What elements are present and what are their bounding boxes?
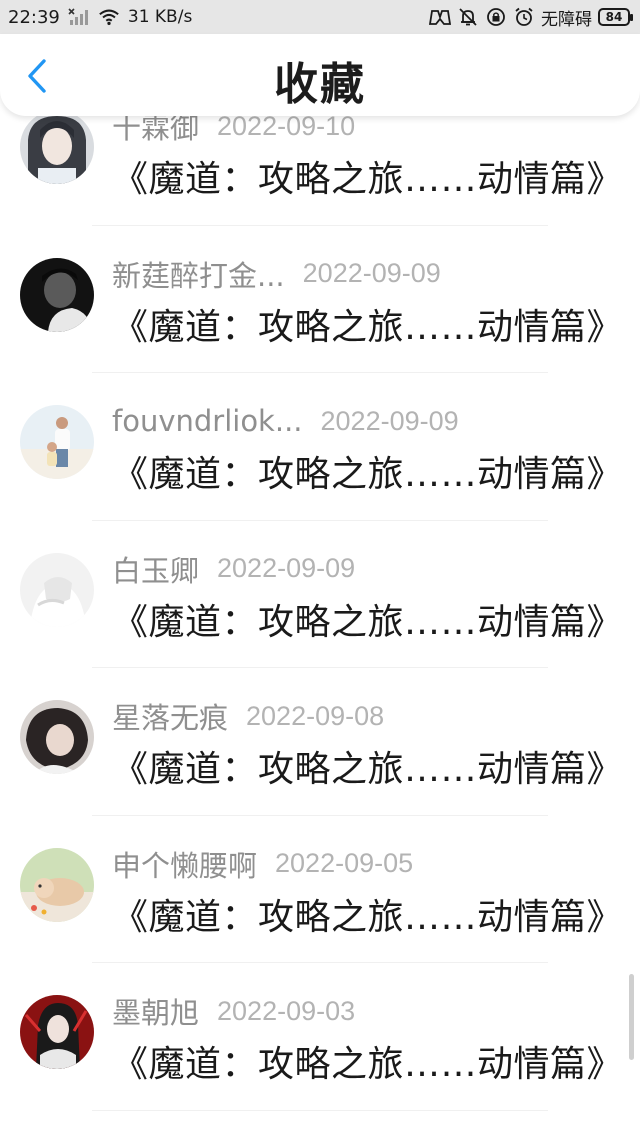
list-item[interactable]: 十霖御 2022-09-10 《魔道：攻略之旅……动情篇》 [0, 116, 640, 226]
list-item[interactable]: 申个懒腰啊 2022-09-05 《魔道：攻略之旅……动情篇》 [0, 816, 640, 963]
game-icon [429, 6, 451, 28]
post-title[interactable]: 《魔道：攻略之旅……动情篇》 [112, 593, 623, 645]
avatar[interactable] [20, 847, 94, 922]
username[interactable]: 墨朝旭 [112, 990, 199, 1032]
post-title[interactable]: 《魔道：攻略之旅……动情篇》 [112, 888, 623, 940]
post-title[interactable]: 《魔道：攻略之旅……动情篇》 [112, 1035, 623, 1087]
avatar[interactable] [20, 700, 94, 774]
post-title[interactable]: 《魔道：攻略之旅……动情篇》 [112, 445, 623, 497]
item-meta: 新莛醉打金... 2022-09-09 [112, 254, 441, 294]
favorites-list[interactable]: 十霖御 2022-09-10 《魔道：攻略之旅……动情篇》 新莛醉打金... 2… [0, 116, 640, 1138]
item-meta: fouvndrliok... 2022-09-09 [112, 401, 459, 441]
status-bar-right: 无障碍 84 [429, 4, 633, 30]
list-item[interactable]: 新莛醉打金... 2022-09-09 《魔道：攻略之旅……动情篇》 [0, 226, 640, 373]
page-title: 收藏 [274, 59, 366, 110]
item-date: 2022-09-08 [246, 700, 385, 731]
signal-off-icon [68, 6, 90, 28]
wifi-icon [98, 6, 120, 28]
avatar[interactable] [20, 552, 94, 627]
item-meta: 白玉卿 2022-09-09 [112, 549, 355, 589]
post-title[interactable]: 《魔道：攻略之旅……动情篇》 [112, 298, 623, 350]
item-date: 2022-09-05 [275, 848, 414, 878]
post-title[interactable]: 《魔道：攻略之旅……动情篇》 [112, 150, 623, 202]
avatar[interactable] [20, 405, 94, 479]
page-header: 收藏 [0, 34, 640, 116]
username[interactable]: fouvndrliok... [112, 404, 303, 438]
accessibility-label: 无障碍 [541, 9, 592, 30]
list-item[interactable]: 星落无痕 2022-09-08 《魔道：攻略之旅……动情篇》 [0, 668, 640, 816]
item-date: 2022-09-09 [320, 405, 459, 436]
alarm-icon [513, 6, 535, 28]
item-date: 2022-09-10 [217, 116, 356, 141]
bell-off-icon [457, 6, 479, 28]
username[interactable]: 星落无痕 [112, 695, 228, 737]
item-meta: 星落无痕 2022-09-08 [112, 696, 384, 736]
status-bar: 22:39 31 KB/s 无障碍 84 [0, 0, 640, 34]
item-date: 2022-09-09 [302, 258, 441, 288]
scrollbar[interactable] [629, 974, 634, 1060]
username[interactable]: 申个懒腰啊 [112, 843, 257, 885]
list-item[interactable]: fouvndrliok... 2022-09-09 《魔道：攻略之旅……动情篇》 [0, 373, 640, 521]
item-date: 2022-09-09 [217, 553, 356, 583]
username[interactable]: 十霖御 [112, 116, 199, 147]
list-item[interactable]: 白玉卿 2022-09-09 《魔道：攻略之旅……动情篇》 [0, 521, 640, 668]
item-date: 2022-09-03 [217, 995, 356, 1026]
item-meta: 申个懒腰啊 2022-09-05 [112, 844, 413, 884]
username[interactable]: 新莛醉打金... [112, 253, 285, 295]
username[interactable]: 白玉卿 [112, 548, 199, 590]
network-speed: 31 KB/s [127, 7, 193, 27]
avatar[interactable] [20, 257, 94, 332]
post-title[interactable]: 《魔道：攻略之旅……动情篇》 [112, 740, 623, 792]
battery-icon: 84 [598, 8, 633, 26]
item-meta: 十霖御 2022-09-10 [112, 116, 355, 146]
avatar[interactable] [20, 116, 94, 184]
lock-rotation-icon [485, 6, 507, 28]
avatar[interactable] [20, 995, 94, 1069]
divider [92, 1109, 548, 1111]
list-item[interactable]: 墨朝旭 2022-09-03 《魔道：攻略之旅……动情篇》 [0, 963, 640, 1111]
status-bar-left: 22:39 31 KB/s [8, 4, 192, 30]
status-time: 22:39 [8, 6, 60, 28]
item-meta: 墨朝旭 2022-09-03 [112, 991, 355, 1031]
